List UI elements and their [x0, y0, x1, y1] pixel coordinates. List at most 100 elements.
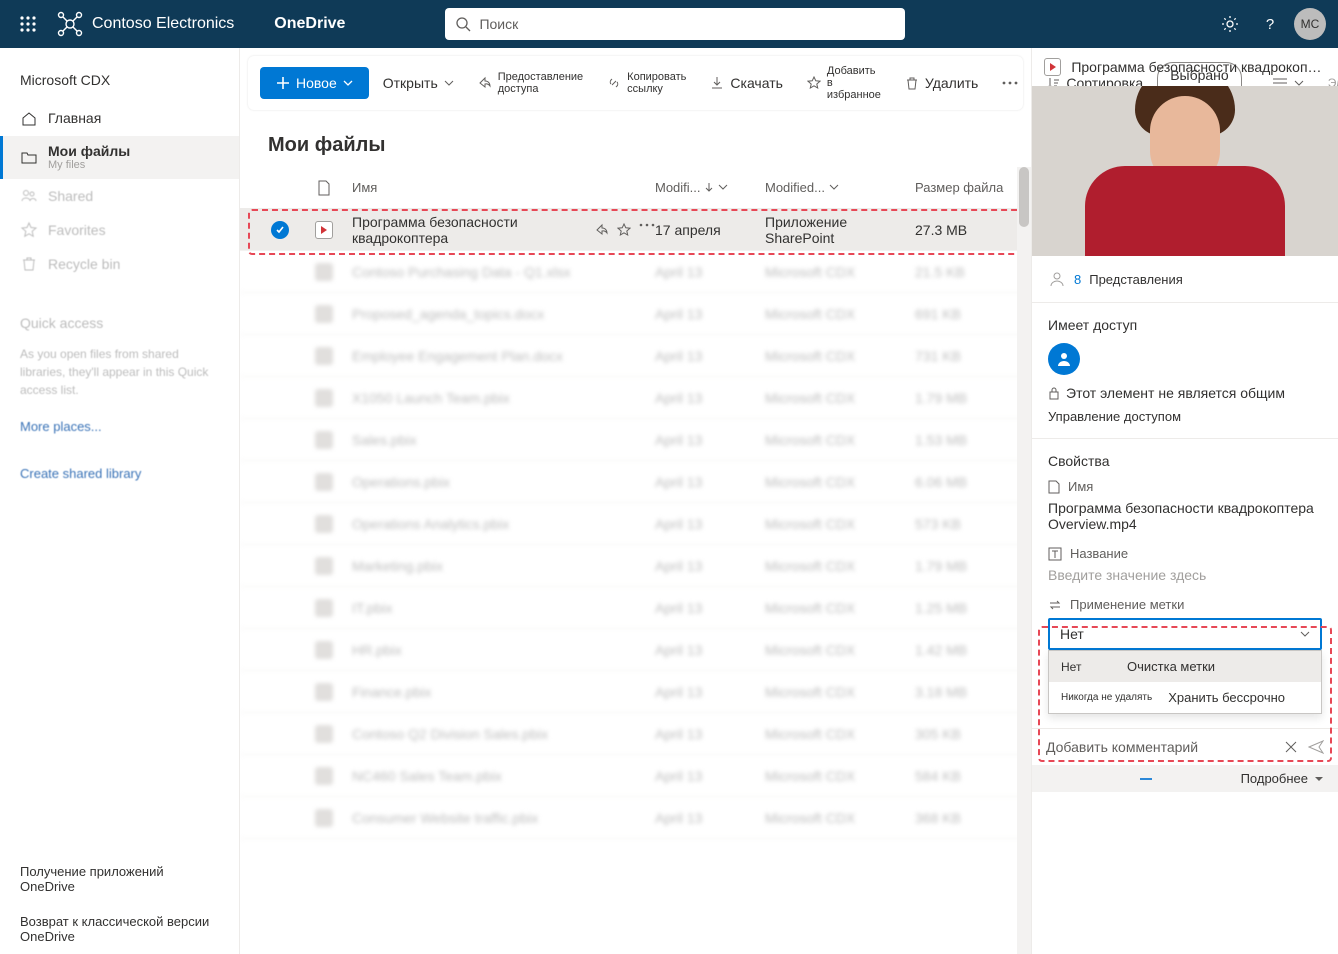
- file-name: Finance.pbix: [352, 684, 431, 700]
- prop-name-value: Программа безопасности квадрокоптера Ove…: [1048, 500, 1322, 532]
- person-icon: [1056, 351, 1072, 367]
- file-row[interactable]: Employee Engagement Plan.docxApril 13Mic…: [240, 335, 1031, 377]
- text-icon: [1048, 547, 1062, 561]
- share-icon[interactable]: [595, 223, 609, 237]
- dd-option-none[interactable]: НетОчистка метки: [1049, 651, 1321, 682]
- share-icon: [478, 76, 492, 90]
- file-row[interactable]: Operations Analytics.pbixApril 13Microso…: [240, 503, 1031, 545]
- ellipsis-icon: [1002, 81, 1018, 85]
- close-icon[interactable]: [1284, 740, 1298, 754]
- quick-access-desc: As you open files from shared libraries,…: [0, 345, 239, 413]
- file-name: Marketing.pbix: [352, 558, 443, 574]
- tenant-name[interactable]: Microsoft CDX: [0, 58, 239, 102]
- views-count[interactable]: 8: [1074, 272, 1081, 287]
- col-size[interactable]: Размер файла: [915, 180, 1015, 195]
- file-list: Имя Modifi... Modified... Размер файла П…: [240, 167, 1031, 954]
- views-row: 8 Представления: [1032, 256, 1338, 303]
- scroll-thumb[interactable]: [1019, 167, 1029, 227]
- help-icon: ?: [1261, 15, 1279, 33]
- owner-avatar[interactable]: [1048, 343, 1080, 375]
- copy-link-button[interactable]: Копировать ссылку: [597, 63, 696, 103]
- chevron-down-icon: [1300, 629, 1310, 639]
- get-apps-link[interactable]: Получение приложений OneDrive: [0, 854, 239, 904]
- file-row[interactable]: Contoso Q2 Division Sales.pbixApril 13Mi…: [240, 713, 1031, 755]
- col-name[interactable]: Имя: [344, 180, 655, 195]
- props-title: Свойства: [1048, 453, 1322, 469]
- file-row[interactable]: Consumer Website traffic.pbixApril 13Mic…: [240, 797, 1031, 839]
- search-input[interactable]: Поиск: [445, 8, 905, 40]
- details-footer[interactable]: Подробнее: [1032, 765, 1338, 792]
- file-row[interactable]: Proposed_agenda_topics.docxApril 13Micro…: [240, 293, 1031, 335]
- delete-button[interactable]: Удалить: [895, 67, 988, 99]
- caret-down-icon: [1314, 774, 1324, 784]
- main-content: Новое Открыть Предоставление доступа Коп…: [240, 48, 1032, 954]
- file-row[interactable]: NC460 Sales Team.pbixApril 13Microsoft C…: [240, 755, 1031, 797]
- file-row[interactable]: Sales.pbixApril 13Microsoft CDX1.53 MB: [240, 419, 1031, 461]
- app-launcher[interactable]: [8, 4, 48, 44]
- share-button[interactable]: Предоставление доступа: [468, 63, 593, 103]
- video-preview[interactable]: [1032, 86, 1338, 256]
- favorite-button[interactable]: Добавить в избранное: [797, 57, 891, 109]
- avatar: MC: [1294, 8, 1326, 40]
- trash-icon: [905, 76, 919, 90]
- sidebar-item-recycle[interactable]: Recycle bin: [0, 247, 239, 281]
- more-button[interactable]: [992, 73, 1028, 93]
- file-name: HR.pbix: [352, 642, 402, 658]
- dd-option-keep[interactable]: Никогда не удалятьХранить бессрочно: [1049, 682, 1321, 713]
- file-row[interactable]: Operations.pbixApril 13Microsoft CDX6.06…: [240, 461, 1031, 503]
- col-modified[interactable]: Modifi...: [655, 180, 765, 195]
- file-row[interactable]: Marketing.pbixApril 13Microsoft CDX1.79 …: [240, 545, 1031, 587]
- svg-text:?: ?: [1266, 16, 1274, 33]
- sidebar-item-home[interactable]: Главная: [0, 102, 239, 136]
- classic-link[interactable]: Возврат к классической версии OneDrive: [0, 904, 239, 954]
- new-button[interactable]: Новое: [260, 67, 369, 99]
- file-row[interactable]: Contoso Purchasing Data - Q1.xlsxApril 1…: [240, 251, 1031, 293]
- page-title: Мои файлы: [240, 118, 1031, 167]
- file-row[interactable]: Программа безопасности квадрокоптера17 а…: [240, 209, 1031, 251]
- more-places-link[interactable]: More places...: [0, 413, 239, 440]
- app-name[interactable]: OneDrive: [274, 15, 345, 33]
- comment-input[interactable]: Добавить комментарий: [1046, 739, 1274, 755]
- scrollbar[interactable]: [1017, 167, 1031, 954]
- access-note: Этот элемент не является общим: [1066, 385, 1285, 401]
- open-button[interactable]: Открыть: [373, 67, 464, 99]
- details-header: Программа безопасности квадрокоптера: [1032, 48, 1338, 86]
- file-row[interactable]: Finance.pbixApril 13Microsoft CDX3.18 MB: [240, 671, 1031, 713]
- sidebar-item-folder[interactable]: Мои файлыMy files: [0, 136, 239, 179]
- file-row[interactable]: X1050 Launch Team.pbixApril 13Microsoft …: [240, 377, 1031, 419]
- file-row[interactable]: HR.pbixApril 13Microsoft CDX1.42 MB: [240, 629, 1031, 671]
- file-name: Consumer Website traffic.pbix: [352, 810, 538, 826]
- sidebar-item-star[interactable]: Favorites: [0, 213, 239, 247]
- chevron-down-icon: [343, 78, 353, 88]
- chevron-down-icon: [829, 182, 839, 192]
- brand-name[interactable]: Contoso Electronics: [92, 15, 234, 33]
- help-button[interactable]: ?: [1250, 4, 1290, 44]
- views-label: Представления: [1089, 272, 1183, 287]
- settings-button[interactable]: [1210, 4, 1250, 44]
- file-name: Operations Analytics.pbix: [352, 516, 509, 532]
- manage-access-link[interactable]: Управление доступом: [1048, 409, 1322, 424]
- sidebar-item-people[interactable]: Shared: [0, 179, 239, 213]
- download-button[interactable]: Скачать: [700, 67, 793, 99]
- link-icon: [607, 76, 621, 90]
- chevron-down-icon: [444, 78, 454, 88]
- column-header-row: Имя Modifi... Modified... Размер файла: [240, 167, 1031, 209]
- star-icon[interactable]: [617, 223, 631, 237]
- send-icon[interactable]: [1308, 740, 1324, 754]
- col-modifiedby[interactable]: Modified...: [765, 180, 915, 195]
- star-icon: [807, 76, 821, 90]
- retention-label-block: Применение метки Нет НетОчистка метки Ни…: [1048, 597, 1322, 714]
- details-title: Программа безопасности квадрокоптера: [1071, 59, 1326, 75]
- retention-dropdown[interactable]: Нет: [1048, 618, 1322, 650]
- home-icon: [20, 110, 38, 128]
- file-name: Employee Engagement Plan.docx: [352, 348, 563, 364]
- file-name: NC460 Sales Team.pbix: [352, 768, 502, 784]
- access-title: Имеет доступ: [1048, 317, 1322, 333]
- ellipsis-icon[interactable]: [639, 223, 655, 227]
- prop-title-input[interactable]: Введите значение здесь: [1048, 567, 1322, 583]
- account-button[interactable]: MC: [1290, 4, 1330, 44]
- file-name: Sales.pbix: [352, 432, 417, 448]
- create-library-link[interactable]: Create shared library: [0, 460, 239, 487]
- file-row[interactable]: IT.pbixApril 13Microsoft CDX1.25 MB: [240, 587, 1031, 629]
- left-nav: Microsoft CDX ГлавнаяМои файлыMy filesSh…: [0, 48, 240, 954]
